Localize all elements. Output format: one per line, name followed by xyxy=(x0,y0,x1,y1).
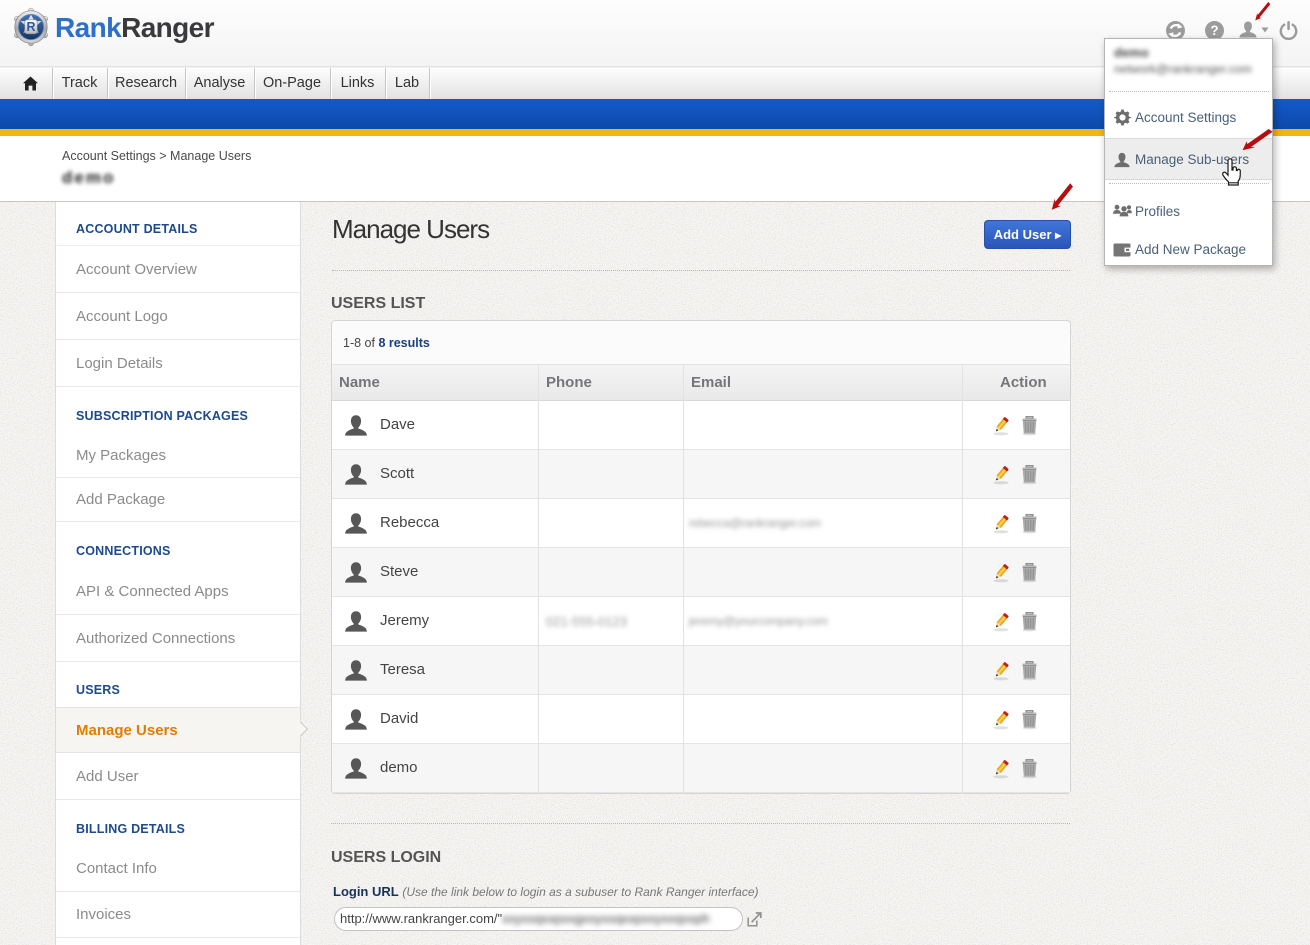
svg-text:?: ? xyxy=(1210,23,1218,38)
svg-text:R: R xyxy=(26,20,35,34)
